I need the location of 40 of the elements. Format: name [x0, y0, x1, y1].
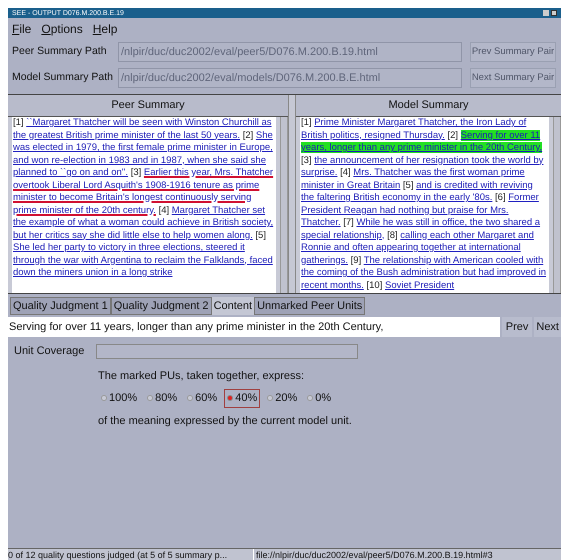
- tab[interactable]: Unmarked Peer Units: [254, 297, 366, 315]
- field-label: Peer Summary Path: [12, 44, 108, 60]
- radio-icon[interactable]: [101, 395, 107, 402]
- menu-item[interactable]: Help: [92, 20, 118, 38]
- radio-option[interactable]: 100%: [98, 389, 140, 408]
- radio-icon[interactable]: [227, 395, 234, 402]
- status-text: 0 of 12 quality questions judged (at 5 of 5 summary p...: [8, 549, 254, 560]
- radio-option[interactable]: 60%: [184, 389, 220, 408]
- minimize-icon[interactable]: [543, 10, 549, 16]
- prev-button[interactable]: Prev: [502, 317, 532, 337]
- radio-icon[interactable]: [307, 395, 314, 402]
- radio-option[interactable]: 80%: [144, 389, 180, 408]
- maximize-icon[interactable]: [551, 10, 557, 16]
- prev-pair-button[interactable]: Prev Summary Pair: [470, 42, 556, 62]
- tab[interactable]: Quality Judgment 2: [110, 297, 212, 315]
- summary-text: [1] Prime Minister Margaret Thatcher, the Iron Lady of British politics, resigned Thursday. [2] Serving for over 11 years, longer than any prime minister in the 20th Century, [3] the announcement of her resignation took the world by surprise. [4] Mrs. Thatcher was the first woman prime minister in Great Britain [5] and is credited with reviving the faltering British economy in the early '80s. [6] Former President Reagan had nothing but praise for Mrs. Thatcher. [7] While he was still in office, the two shared a special relationship, [8] calling each other Margaret and Ronnie and often appearing together at international gatherings. [9] The relationship with American cooled with the coming of the Bush administration but had improved in recent months. [10] Soviet President: [300, 117, 549, 293]
- field-label: Model Summary Path: [12, 70, 114, 86]
- next-pair-button[interactable]: Next Summary Pair: [470, 68, 556, 88]
- current-unit-field: Serving for over 11 years, longer than any prime minister in the 20th Century,: [8, 317, 500, 337]
- tab[interactable]: Content: [212, 297, 254, 315]
- radio-option[interactable]: 0%: [304, 389, 334, 408]
- radio-option[interactable]: 20%: [264, 389, 300, 408]
- menu-item[interactable]: Options: [41, 20, 83, 38]
- menu-item[interactable]: File: [12, 20, 32, 38]
- status-text: file://nlpir/duc/duc2002/eval/peer5/D076.M.200.B.19.html#3: [254, 549, 561, 560]
- panel-header: Model Summary: [296, 95, 561, 117]
- question-text: of the meaning expressed by the current model unit.: [98, 414, 353, 428]
- summary-text: [1] ``Margaret Thatcher will be seen with Winston Churchill as the greatest British prime minister of the last 50 years. [2] She was elected in 1979, the first female prime minister in Europe, and won re-election in 1983 and in 1987, when she said she planned to ``go on and on''. [3] Earlier this year, Mrs. Thatcher overtook Liberal Lord Asquith's 1908-1916 tenure as prime minister to become Britain's longest continuously serving prime minister of the 20th century. [4] Margaret Thatcher set the example of what a woman could achieve in British society, but her critics say she did little else to help women along. [5] She led her party to victory in three elections, steered it through the war with Argentina to reclaim the Falklands, faced down the miners union in a long strike: [12, 117, 276, 293]
- radio-icon[interactable]: [267, 395, 274, 402]
- tab[interactable]: Quality Judgment 1: [10, 297, 111, 315]
- scrollbar[interactable]: [280, 117, 288, 293]
- unit-coverage-field[interactable]: [96, 344, 358, 359]
- panel-header: Peer Summary: [8, 95, 288, 117]
- question-text: The marked PUs, taken together, express:: [98, 368, 306, 384]
- radio-icon[interactable]: [147, 395, 154, 402]
- radio-icon[interactable]: [187, 395, 194, 402]
- scrollbar[interactable]: [553, 117, 561, 293]
- radio-option[interactable]: 40%: [224, 389, 260, 408]
- field-label: Unit Coverage: [14, 344, 86, 359]
- next-button[interactable]: Next: [534, 317, 561, 337]
